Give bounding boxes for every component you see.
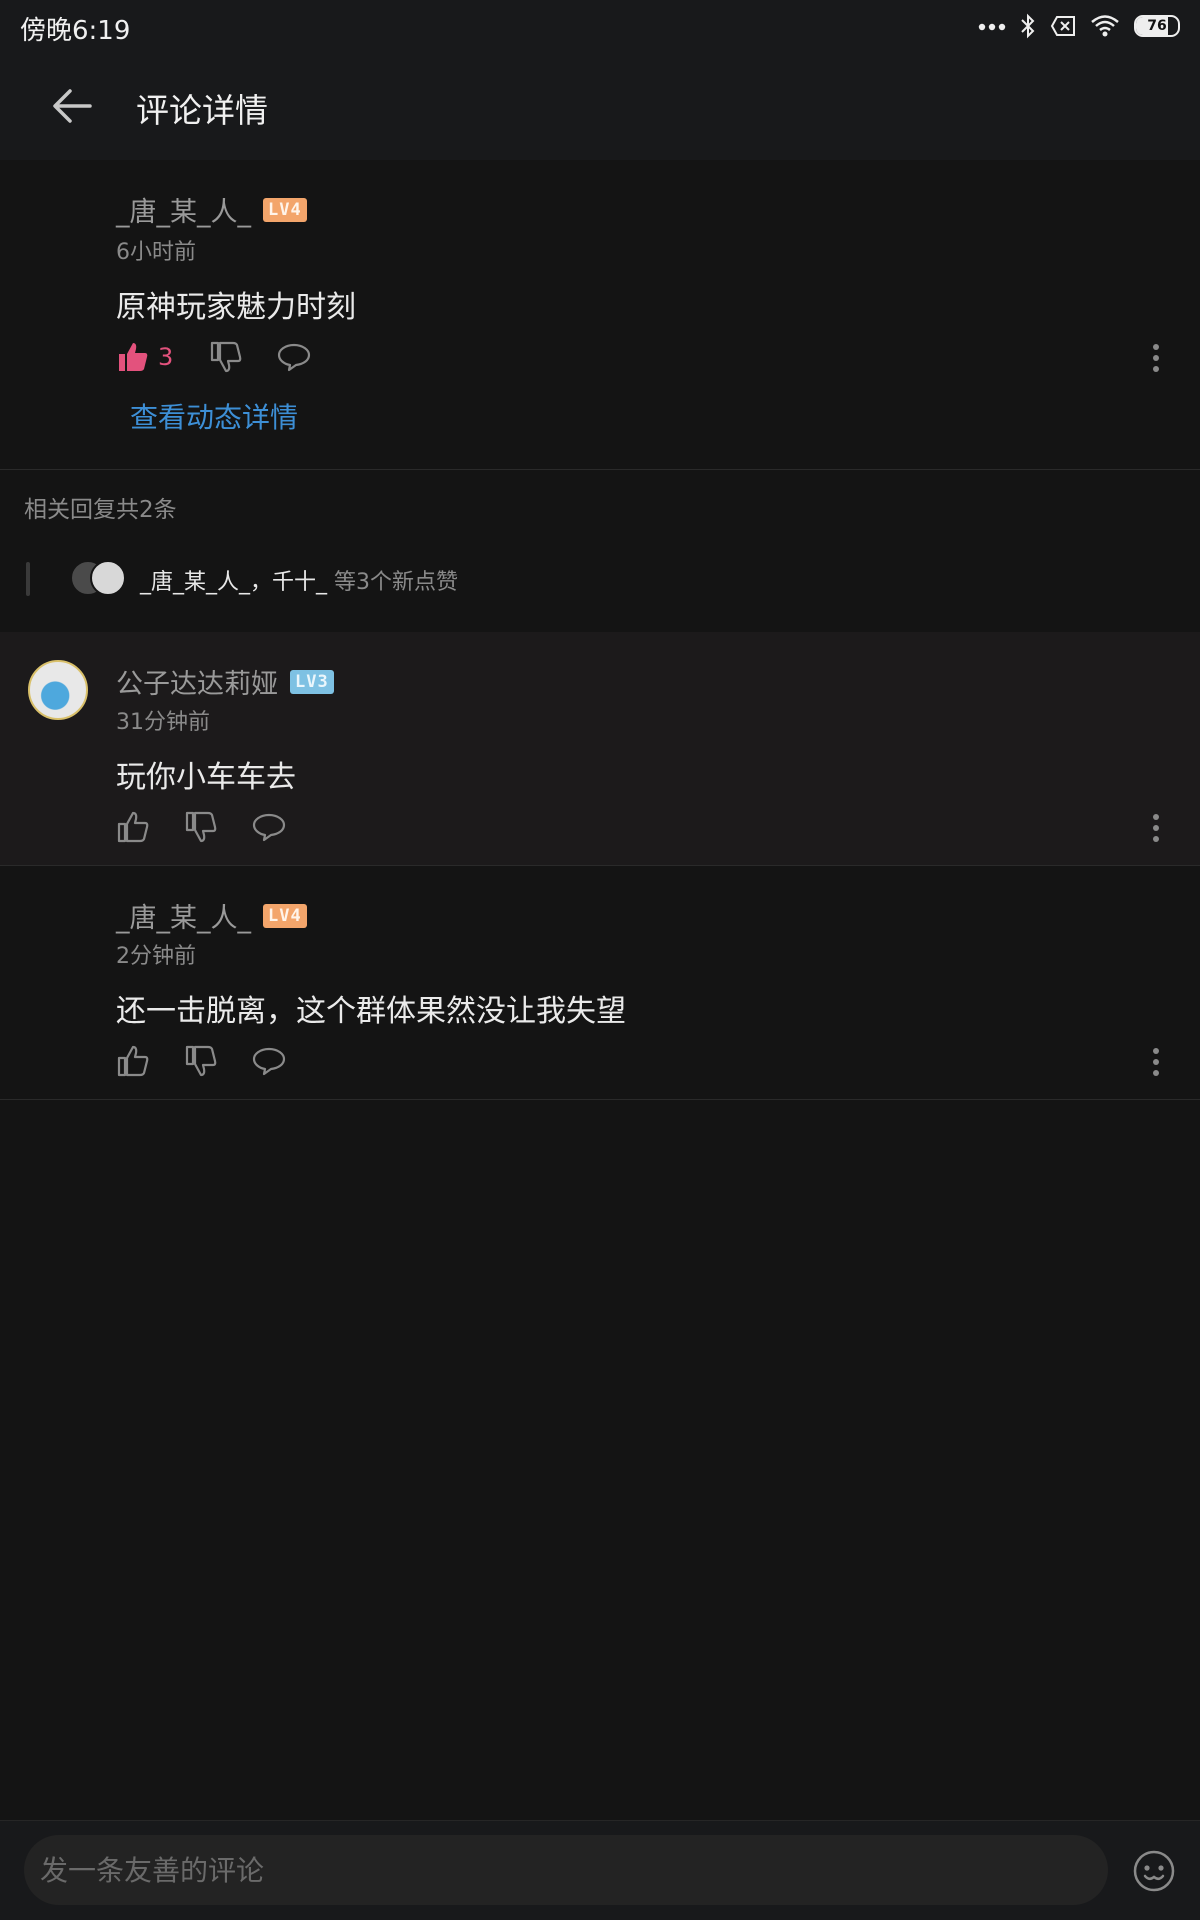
- reply-button[interactable]: [252, 812, 286, 842]
- reply-button[interactable]: [252, 1046, 286, 1076]
- avatar[interactable]: [28, 190, 88, 250]
- comment-user[interactable]: _唐_某_人_ LV4: [116, 190, 307, 229]
- liker-avatar: [90, 560, 126, 596]
- comment-user[interactable]: 公子达达莉娅 LV3: [116, 662, 334, 701]
- like-icon: [117, 1045, 149, 1077]
- view-detail-link[interactable]: 查看动态详情: [130, 396, 298, 436]
- page-title: 评论详情: [136, 91, 268, 130]
- avatar[interactable]: [28, 660, 88, 720]
- like-button[interactable]: [116, 810, 150, 844]
- divider: [26, 562, 30, 596]
- likers-text: _唐_某_人_，千十_ 等3个新点赞: [140, 564, 458, 596]
- emoji-button[interactable]: [1132, 1849, 1176, 1893]
- likers-row[interactable]: _唐_某_人_，千十_ 等3个新点赞: [0, 548, 1200, 608]
- comment-input[interactable]: [24, 1835, 1108, 1905]
- dislike-button[interactable]: [209, 340, 243, 374]
- reply-button[interactable]: [277, 342, 311, 372]
- status-icons: 76: [978, 12, 1180, 40]
- dislike-icon: [211, 341, 242, 373]
- back-button[interactable]: [44, 82, 100, 130]
- more-button[interactable]: [1144, 1042, 1168, 1082]
- avatar[interactable]: [28, 894, 88, 954]
- dislike-icon: [185, 1045, 217, 1077]
- likers-suffix: 等3个新点赞: [327, 570, 459, 595]
- dislike-button[interactable]: [184, 1044, 218, 1078]
- dislike-icon: [185, 811, 217, 843]
- comment-time: 6小时前: [116, 240, 196, 265]
- like-button[interactable]: [116, 1044, 150, 1078]
- comment-time: 2分钟前: [116, 944, 196, 969]
- level-badge: LV4: [263, 197, 307, 222]
- replies-header: 相关回复共2条: [24, 497, 177, 523]
- dislike-button[interactable]: [184, 810, 218, 844]
- reply-icon: [252, 813, 286, 842]
- battery-icon: 76: [1134, 15, 1180, 37]
- level-badge: LV3: [290, 669, 334, 694]
- comment-composer: [0, 1820, 1200, 1920]
- reply-comment: _唐_某_人_ LV4 2分钟前 还一击脱离，这个群体果然没让我失望: [0, 866, 1200, 1100]
- username[interactable]: _唐_某_人_: [116, 896, 251, 935]
- emoji-icon: [1133, 1850, 1175, 1892]
- back-arrow-icon: [53, 89, 92, 123]
- sim-icon: [1050, 16, 1075, 36]
- main-comment: _唐_某_人_ LV4 6小时前 原神玩家魅力时刻 3 查看动态详情: [0, 160, 1200, 470]
- username[interactable]: 公子达达莉娅: [116, 662, 278, 701]
- battery-level: 76: [1147, 18, 1167, 34]
- username[interactable]: _唐_某_人_: [116, 190, 251, 229]
- like-count: 3: [158, 343, 174, 371]
- reply-icon: [278, 343, 311, 372]
- signal-icon: [978, 23, 1006, 31]
- reply-icon: [252, 1047, 286, 1076]
- status-bar: 傍晚6:19 76: [0, 0, 1200, 52]
- reply-comment: 公子达达莉娅 LV3 31分钟前 玩你小车车去: [0, 632, 1200, 866]
- comment-text: 还一击脱离，这个群体果然没让我失望: [116, 994, 626, 1029]
- like-icon: [119, 343, 148, 371]
- comment-text: 玩你小车车去: [116, 760, 296, 795]
- more-button[interactable]: [1144, 338, 1168, 378]
- like-icon: [117, 811, 149, 843]
- wifi-icon: [1091, 15, 1119, 37]
- app-bar: 评论详情: [0, 52, 1200, 160]
- bluetooth-icon: [1021, 13, 1035, 39]
- comment-time: 31分钟前: [116, 710, 210, 735]
- more-button[interactable]: [1144, 808, 1168, 848]
- level-badge: LV4: [263, 903, 307, 928]
- like-button[interactable]: 3: [116, 340, 173, 374]
- comment-user[interactable]: _唐_某_人_ LV4: [116, 896, 307, 935]
- likers-names: _唐_某_人_，千十_: [140, 570, 328, 595]
- status-time: 傍晚6:19: [20, 16, 131, 46]
- comment-text: 原神玩家魅力时刻: [116, 290, 356, 325]
